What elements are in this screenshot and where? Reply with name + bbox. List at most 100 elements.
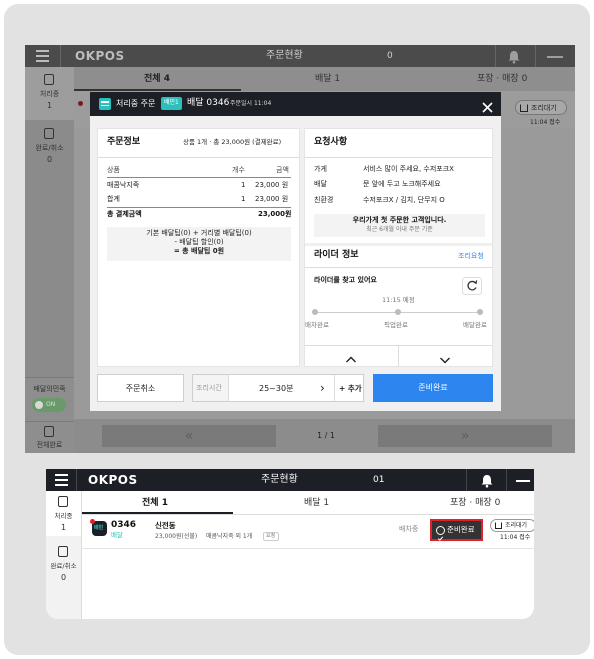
okpos-logo: OKPOS: [75, 49, 125, 63]
status-chip-label: 조리대기: [505, 522, 528, 529]
order-time: 11:04 접수: [500, 534, 531, 541]
list-icon: [44, 426, 54, 437]
request-tag: 요청: [263, 532, 279, 541]
chevron-right-icon[interactable]: ›: [320, 382, 325, 394]
order-info-title: 주문정보: [107, 137, 141, 147]
rider-eta: 11:15 예정: [382, 296, 415, 304]
delivery-agency-box: 배달의민족 ON: [25, 377, 74, 421]
new-order-dot: [78, 101, 83, 106]
order-items: 매콤낙지죽 외 1개: [206, 533, 253, 540]
screenshot-frame: OKPOS 주문현황 0 처리중 1 완료/취소 0 배달의민족 ON 전체완료…: [4, 4, 590, 655]
close-icon[interactable]: [482, 98, 493, 113]
cancel-order-label: 주문취소: [125, 384, 156, 393]
request-value: 서비스 많이 주세요, 수저포크X: [363, 165, 454, 173]
rider-status: 라이더를 찾고 있어요: [314, 276, 377, 284]
top-bar: OKPOS 주문현황 0: [25, 45, 575, 67]
item-name: 매콤낙지죽: [107, 181, 140, 189]
order-count: 0: [387, 51, 393, 61]
dispatch-state: 배차중: [399, 525, 419, 533]
tab-all[interactable]: 전체 4: [144, 75, 170, 84]
customer-note-box: 우리가게 첫 주문한 고객입니다. 최근 6개월 이내 주문 기준: [314, 214, 485, 237]
sidebar-item-label: 전체완료: [36, 441, 63, 449]
cook-time-value: 25~30분: [259, 384, 294, 393]
refresh-icon[interactable]: [462, 277, 482, 295]
col-qty: 개수: [232, 166, 245, 174]
ready-complete-button[interactable]: 준비완료: [430, 519, 483, 541]
ready-complete-label: 준비완료: [447, 525, 475, 534]
next-page-button[interactable]: »: [378, 425, 552, 447]
request-value: 문 앞에 두고 노크해주세요: [363, 180, 441, 188]
receipt-icon: [44, 74, 54, 85]
sidebar: 처리중 1 완료/취소 0: [46, 491, 82, 619]
delivery-agency-toggle[interactable]: ON: [32, 398, 66, 412]
sidebar-item-processing[interactable]: 처리중 1: [46, 491, 81, 536]
sidebar-item-count: 0: [46, 155, 53, 164]
tab-pickup[interactable]: 포장 · 매장 0: [450, 499, 500, 508]
page-indicator: 1 / 1: [317, 431, 335, 440]
minimize-icon[interactable]: [547, 56, 563, 58]
sidebar-item-done[interactable]: 완료/취소 0: [46, 538, 81, 588]
delivery-tip-box: 기본 배달팁(0) + 거리별 배달팁(0) - 배달팁 할인(0) = 총 배…: [107, 227, 291, 261]
prev-page-button[interactable]: «: [102, 425, 276, 447]
request-label: 배달: [314, 180, 327, 188]
tab-bar: 전체 4 배달 1 포장 · 매장 0: [74, 67, 575, 91]
cook-request-link[interactable]: 조리요청: [458, 253, 484, 260]
tab-all[interactable]: 전체 1: [142, 499, 168, 508]
ready-complete-label: 준비완료: [418, 383, 448, 392]
customer-name: 신전동: [155, 521, 176, 530]
order-type: 배달: [111, 531, 123, 539]
top-bar: OKPOS 주문현황 01: [46, 469, 534, 491]
bell-icon[interactable]: [480, 473, 494, 488]
sidebar: 처리중 1 완료/취소 0 배달의민족 ON 전체완료: [25, 67, 74, 453]
check-circle-icon: [436, 526, 445, 541]
sidebar-item-count: 1: [60, 523, 67, 532]
sum-qty: 1: [241, 195, 246, 203]
progress-dot: [477, 309, 483, 315]
delivery-agency-label: 배달의민족: [33, 385, 66, 393]
home-icon: [520, 104, 528, 112]
item-qty: 1: [241, 181, 246, 189]
pagination: « 1 / 1 »: [74, 419, 575, 453]
modal-body: 주문정보 상품 1개 · 총 23,000원 (결제완료) 상품 개수 금액 매…: [90, 116, 501, 411]
progress-dot: [395, 309, 401, 315]
sidebar-item-processing[interactable]: 처리중 1: [25, 67, 74, 120]
sidebar-item-done[interactable]: 완료/취소 0: [25, 120, 74, 170]
tip-line: 기본 배달팁(0) + 거리별 배달팁(0): [146, 229, 252, 237]
chevron-up-icon[interactable]: [345, 350, 357, 363]
modal-status-label: 처리중 주문: [116, 99, 156, 108]
sidebar-item-count: 1: [46, 101, 53, 110]
baemin-logo-text: 배민: [94, 525, 104, 531]
order-info-summary: 상품 1개 · 총 23,000원 (결제완료): [183, 138, 282, 146]
request-panel: 요청사항 가게 서비스 많이 주세요, 수저포크X 배달 문 앞에 두고 노크해…: [304, 128, 493, 367]
tab-delivery[interactable]: 배달 1: [315, 75, 340, 84]
request-label: 가게: [314, 165, 327, 173]
tab-bar: 전체 1 배달 1 포장 · 매장 0: [82, 491, 534, 515]
total-value: 23,000원: [258, 210, 292, 218]
add-time-button[interactable]: + 추가: [339, 385, 362, 393]
order-row[interactable]: 배민 0346 배달 신전동 23,000원(선불) 매콤낙지죽 외 1개 요청…: [82, 515, 534, 549]
chevron-down-icon[interactable]: [439, 350, 451, 364]
menu-icon[interactable]: [36, 50, 49, 62]
tab-pickup[interactable]: 포장 · 매장 0: [477, 75, 527, 84]
menu-icon[interactable]: [55, 474, 68, 486]
sidebar-item-label: 처리중: [39, 90, 60, 98]
pos-screen-list-state: OKPOS 주문현황 01 처리중 1 완료/취소 0 전체 1 배달 1 포장…: [46, 469, 534, 619]
cook-time-selector[interactable]: 조리시간 25~30분 › + 추가: [192, 374, 364, 402]
col-product: 상품: [107, 166, 120, 174]
request-title: 요청사항: [314, 137, 348, 147]
ready-complete-button[interactable]: 준비완료: [373, 374, 493, 402]
sidebar-item-complete-all[interactable]: 전체완료: [25, 421, 74, 453]
bell-icon[interactable]: [507, 49, 521, 64]
order-count: 01: [373, 475, 385, 485]
progress-step-label: 배달완료: [463, 321, 487, 329]
order-price: 23,000원(선불): [155, 533, 198, 540]
sidebar-item-label: 완료/취소: [50, 562, 77, 570]
modal-order-time: 주문일시 11:04: [230, 100, 272, 107]
order-detail-modal: 처리중 주문 배민1 배달 0346 주문일시 11:04 주문정보 상품 1개…: [90, 92, 501, 411]
tab-delivery[interactable]: 배달 1: [304, 499, 329, 508]
sidebar-item-count: 0: [60, 573, 67, 582]
page-title: 주문현황: [261, 474, 298, 485]
tip-line: - 배달팁 할인(0): [174, 238, 224, 246]
cancel-order-button[interactable]: 주문취소: [97, 374, 184, 402]
minimize-icon[interactable]: [516, 480, 530, 482]
